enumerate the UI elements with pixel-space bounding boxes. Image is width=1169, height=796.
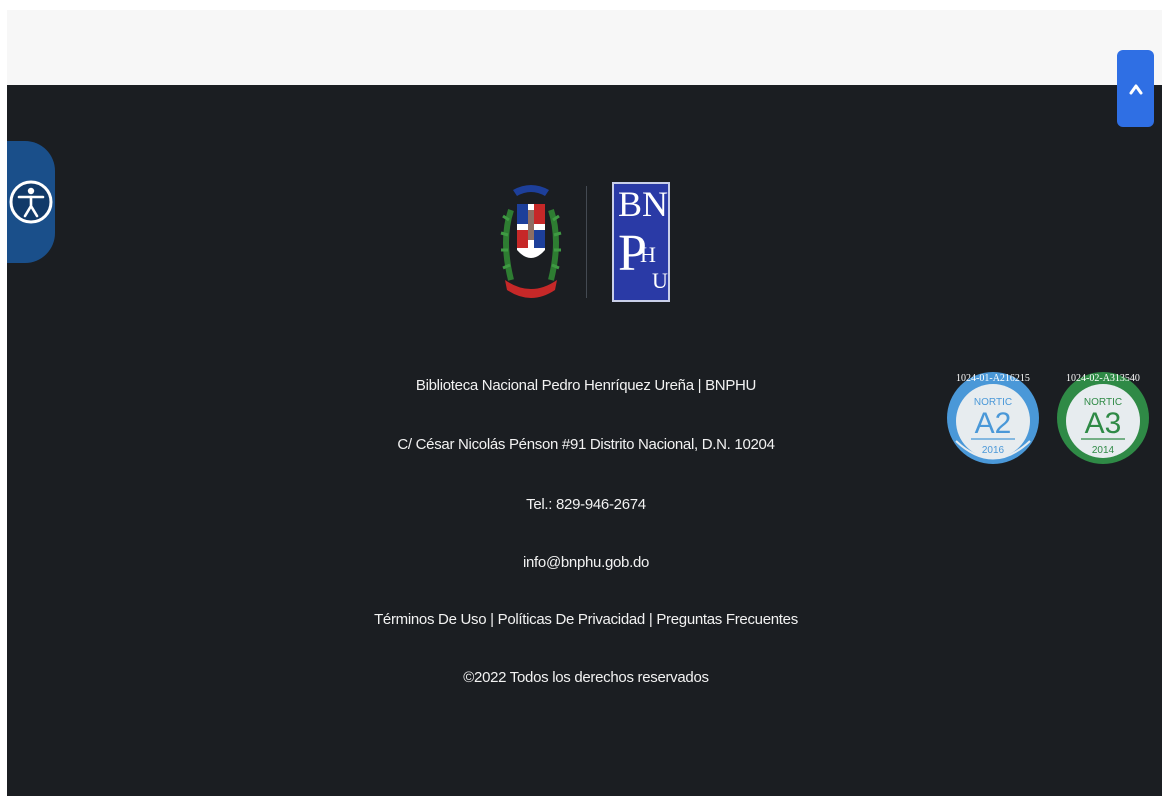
- scroll-to-top-button[interactable]: [1117, 50, 1154, 127]
- accessibility-button[interactable]: [7, 141, 55, 263]
- bnphu-logo: B N P H U: [612, 182, 670, 302]
- seal-code: 1024-02-A313540: [1066, 373, 1140, 384]
- bnphu-letter: B: [618, 184, 643, 224]
- seal-year: 2014: [1092, 445, 1115, 456]
- nortic-seals: 1024-01-A216215 NORTIC A2 2016 1024-02-A…: [946, 321, 1149, 516]
- seal-year: 2016: [982, 445, 1005, 456]
- logo-divider: [586, 186, 587, 298]
- org-name: Biblioteca Nacional Pedro Henríquez Ureñ…: [415, 377, 757, 394]
- seal-level: A3: [1085, 407, 1122, 440]
- accessibility-icon: [9, 180, 53, 224]
- copyright: ©2022 Todos los derechos reservados: [463, 669, 709, 686]
- bnphu-letter: H: [640, 242, 656, 267]
- address: C/ César Nicolás Pénson #91 Distrito Nac…: [397, 436, 775, 453]
- seal-level: A2: [975, 407, 1012, 440]
- privacy-link[interactable]: Políticas De Privacidad: [498, 611, 646, 628]
- link-separator: |: [648, 611, 653, 628]
- terms-link[interactable]: Términos De Uso: [374, 611, 487, 628]
- email: info@bnphu.gob.do: [522, 554, 650, 571]
- bnphu-letter: N: [642, 184, 668, 224]
- top-band: [7, 10, 1162, 85]
- page: B N P H U Biblioteca Nacional Pedro Henr…: [0, 0, 1169, 796]
- seal-code: 1024-01-A216215: [956, 373, 1030, 384]
- nortic-a3-seal[interactable]: 1024-02-A313540 NORTIC A3 2014: [1056, 321, 1150, 516]
- chevron-up-icon: [1129, 84, 1142, 94]
- coat-of-arms-logo: [500, 185, 562, 298]
- link-separator: |: [490, 611, 494, 628]
- footer-logos: B N P H U: [499, 180, 679, 305]
- faq-link[interactable]: Preguntas Frecuentes: [656, 611, 798, 628]
- nortic-a2-seal[interactable]: 1024-01-A216215 NORTIC A2 2016: [946, 321, 1040, 516]
- phone: Tel.: 829-946-2674: [526, 496, 646, 513]
- bnphu-letter: U: [652, 268, 668, 293]
- footer-links: Términos De Uso | Políticas De Privacida…: [300, 611, 872, 628]
